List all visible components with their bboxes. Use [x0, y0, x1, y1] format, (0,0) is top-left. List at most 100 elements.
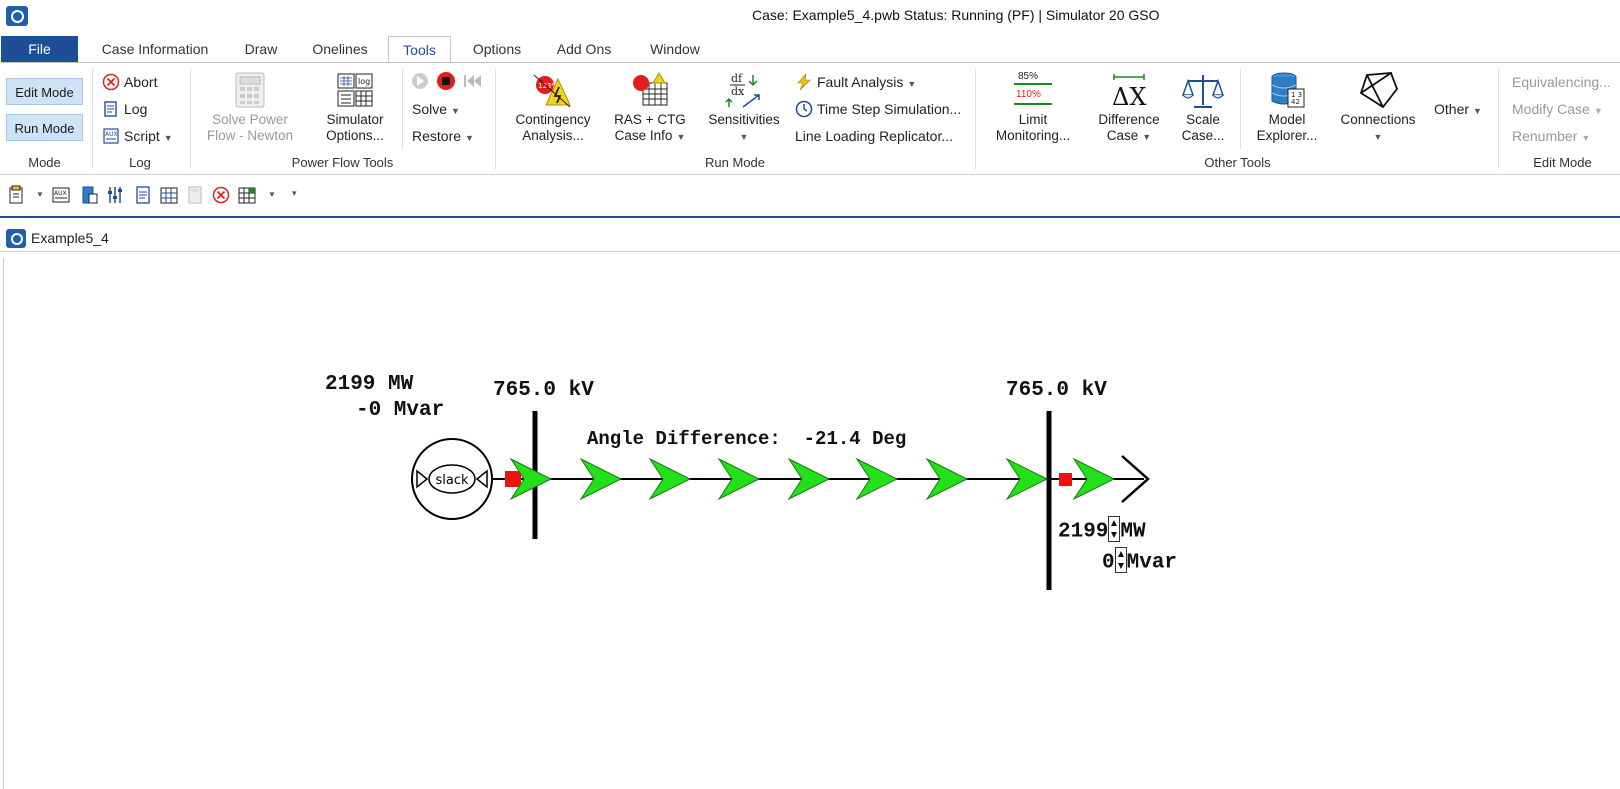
group-divider	[92, 69, 93, 169]
svg-text:AUX: AUX	[105, 131, 118, 138]
balance-scale-icon	[1182, 75, 1224, 108]
line-loading-replicator-button[interactable]: Line Loading Replicator...	[795, 125, 953, 147]
limit-pct-bottom: 110%	[1016, 89, 1041, 100]
abort-button[interactable]: Abort	[102, 71, 157, 93]
chevron-down-icon[interactable]: ▼	[36, 190, 44, 199]
model-label-1: Model	[1268, 112, 1306, 127]
connections-button[interactable]: Connections ▼	[1332, 71, 1424, 145]
limit-label-1: Limit	[1018, 112, 1048, 127]
tab-window[interactable]: Window	[638, 36, 712, 63]
scale-case-button[interactable]: Scale Case...	[1170, 71, 1236, 144]
tab-case-information[interactable]: Case Information	[90, 36, 220, 63]
oneline-canvas[interactable]: slack 2199 MW -0 Mvar 765.0 kV 765.0 kV …	[3, 258, 1620, 789]
difference-label-1: Difference	[1098, 112, 1160, 127]
model-explorer-button[interactable]: 1 3 42 Model Explorer...	[1245, 71, 1329, 144]
bus-1-voltage[interactable]: 765.0 kV	[493, 379, 594, 402]
quick-access-toolbar: ▼ AUX ▼ ▾	[0, 176, 1620, 218]
load-mvar[interactable]: 0 Mvar	[1102, 547, 1177, 575]
simulator-options-label-2: Options...	[326, 128, 384, 143]
solve-power-flow-button[interactable]: Solve Power Flow - Newton	[200, 71, 300, 144]
difference-case-button[interactable]: ΔX Difference Case ▼	[1090, 71, 1168, 145]
svg-text:AUX: AUX	[54, 190, 67, 197]
svg-text:df: df	[731, 72, 743, 85]
edit-mode-group-label: Edit Mode	[1533, 155, 1592, 170]
bus-2-voltage[interactable]: 765.0 kV	[1006, 379, 1107, 402]
table-icon[interactable]	[160, 185, 178, 205]
other-button[interactable]: Other ▼	[1434, 98, 1482, 120]
chevron-down-icon: ▼	[676, 132, 686, 142]
slack-generator[interactable]: slack	[411, 438, 493, 520]
log-group-label: Log	[129, 155, 151, 170]
contingency-label-1: Contingency	[515, 112, 591, 127]
solve-button[interactable]: Solve ▼	[412, 98, 460, 120]
restore-label: Restore	[412, 128, 462, 144]
database-icon: 1 342	[1271, 72, 1305, 108]
database-icon[interactable]	[80, 185, 98, 205]
breaker-2[interactable]	[1059, 473, 1072, 486]
chevron-down-icon: ▼	[1593, 106, 1603, 116]
contingency-analysis-button[interactable]: 123% Contingency Analysis...	[505, 71, 601, 144]
modify-case-button[interactable]: Modify Case ▼	[1512, 98, 1603, 120]
log-button[interactable]: Log	[102, 98, 147, 120]
calculator-icon[interactable]	[186, 185, 204, 205]
stop-icon[interactable]	[437, 72, 455, 90]
script-icon: AUX	[103, 128, 119, 144]
delta-x-icon: ΔX	[1112, 74, 1146, 109]
tab-onelines[interactable]: Onelines	[300, 36, 380, 63]
aux-file-icon[interactable]: AUX	[52, 185, 70, 205]
tab-file[interactable]: File	[1, 36, 78, 63]
script-button[interactable]: AUX Script ▼	[102, 125, 173, 147]
app-logo-icon[interactable]	[6, 6, 28, 26]
group-divider	[975, 69, 976, 169]
generator-mw[interactable]: 2199 MW	[325, 373, 413, 396]
customize-toolbar-icon[interactable]: ▾	[292, 188, 297, 199]
edit-mode-button[interactable]: Edit Mode	[6, 78, 83, 105]
load-mvar-spinner[interactable]	[1114, 547, 1127, 573]
log-label: Log	[124, 101, 148, 117]
ras-ctg-case-info-button[interactable]: RAS + CTG Case Info ▼	[608, 71, 692, 145]
ras-ctg-icon	[633, 72, 668, 106]
time-step-simulation-button[interactable]: Time Step Simulation...	[795, 98, 961, 120]
rewind-icon[interactable]	[464, 75, 481, 87]
load-mw-spinner[interactable]	[1108, 516, 1121, 542]
oneline-icon	[6, 229, 26, 248]
simulator-options-button[interactable]: log Simulator Options...	[310, 71, 400, 144]
fault-analysis-button[interactable]: Fault Analysis ▼	[795, 71, 916, 93]
restore-button[interactable]: Restore ▼	[412, 125, 474, 147]
chevron-down-icon: ▼	[465, 133, 474, 143]
log-icon[interactable]	[134, 185, 152, 205]
contingency-label-2: Analysis...	[522, 128, 584, 143]
abort-icon[interactable]	[212, 185, 230, 205]
renumber-button[interactable]: Renumber ▼	[1512, 125, 1590, 147]
solve-label: Solve	[412, 101, 448, 117]
equivalencing-button[interactable]: Equivalencing...	[1512, 71, 1611, 93]
ribbon-tabs: File Case Information Draw Onelines Tool…	[0, 36, 1620, 64]
limit-monitoring-icon: 85% 110%	[1012, 69, 1054, 109]
grid-icon[interactable]	[238, 185, 256, 205]
play-icon[interactable]	[412, 73, 428, 89]
mode-group-label: Mode	[28, 155, 61, 170]
tab-add-ons[interactable]: Add Ons	[548, 36, 620, 63]
chevron-down-icon: ▼	[163, 133, 173, 143]
svg-text:42: 42	[1291, 98, 1300, 106]
new-case-icon[interactable]	[7, 185, 25, 205]
limit-monitoring-button[interactable]: 85% 110% Limit Monitoring...	[985, 69, 1081, 144]
chevron-down-icon: ▼	[1142, 132, 1152, 142]
chevron-down-icon: ▼	[451, 106, 460, 116]
abort-label: Abort	[124, 74, 158, 90]
chevron-down-icon[interactable]: ▼	[268, 190, 276, 199]
slack-label: slack	[435, 473, 468, 488]
run-mode-button[interactable]: Run Mode	[6, 114, 83, 141]
tab-options[interactable]: Options	[462, 36, 532, 63]
angle-difference: Angle Difference: -21.4 Deg	[587, 428, 906, 450]
window-title: Case: Example5_4.pwb Status: Running (PF…	[752, 7, 1160, 23]
group-divider	[1240, 69, 1241, 149]
tab-draw[interactable]: Draw	[232, 36, 290, 63]
tab-tools[interactable]: Tools	[388, 36, 451, 64]
generator-mvar[interactable]: -0 Mvar	[356, 399, 444, 422]
sensitivities-button[interactable]: df dx Sensitivities ▼	[700, 71, 788, 145]
load-mw[interactable]: 2199 MW	[1058, 516, 1146, 544]
sliders-icon[interactable]	[106, 185, 124, 205]
breaker-1[interactable]	[505, 471, 521, 487]
document-tab[interactable]: Example5_4	[0, 225, 1620, 252]
